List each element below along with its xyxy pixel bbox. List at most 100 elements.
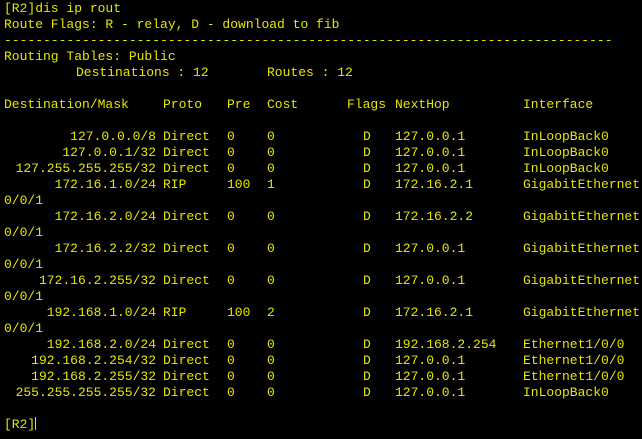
cell-cost: 0 [267,273,275,288]
cell-cost: 0 [267,353,275,368]
header-destination: Destination/Mask [4,97,129,112]
cell-nexthop: 127.0.0.1 [395,129,466,144]
cell-pre: 0 [227,145,235,160]
cell-cost: 2 [267,305,275,320]
cell-flags: D [363,385,371,400]
separator-line: ----------------------------------------… [4,33,613,48]
cell-cost: 0 [267,241,275,256]
cell-nexthop: 192.168.2.254 [395,337,497,352]
cell-nexthop: 127.0.0.1 [395,385,466,400]
cell-cost: 0 [267,161,275,176]
cell-proto: Direct [163,369,210,384]
cell-flags: D [363,273,371,288]
cell-proto: Direct [163,209,210,224]
cell-destination: 127.255.255.255/32 [15,161,156,176]
prompt-line[interactable]: [R2] [4,417,37,433]
cell-proto: Direct [163,353,210,368]
cell-destination: 172.16.2.0/24 [54,209,156,224]
cell-flags: D [363,177,371,192]
text-cursor [35,417,37,430]
cell-destination: 172.16.1.0/24 [54,177,156,192]
terminal-window[interactable]: [R2]dis ip rout Route Flags: R - relay, … [0,0,642,439]
header-cost: Cost [267,97,299,112]
cell-nexthop: 127.0.0.1 [395,145,466,160]
cell-pre: 0 [227,241,235,256]
cell-interface: InLoopBack0 [523,161,609,176]
cell-cost: 0 [267,337,275,352]
cell-interface-wrap: 0/0/1 [4,225,44,240]
cell-nexthop: 127.0.0.1 [395,161,466,176]
cell-proto: Direct [163,161,210,176]
cell-flags: D [363,209,371,224]
cell-interface-wrap: 0/0/1 [4,193,44,208]
cell-destination: 172.16.2.2/32 [54,241,156,256]
cell-interface-wrap: 0/0/1 [4,289,44,304]
cell-destination: 192.168.1.0/24 [46,305,156,320]
cell-flags: D [363,369,371,384]
cell-pre: 0 [227,385,235,400]
header-proto: Proto [163,97,203,112]
cell-destination: 192.168.2.255/32 [31,369,156,384]
cell-proto: RIP [163,177,187,192]
cell-interface: InLoopBack0 [523,145,609,160]
cell-flags: D [363,305,371,320]
header-nexthop: NextHop [395,97,450,112]
destinations-count: Destinations : 12 [76,65,209,80]
cell-interface: InLoopBack0 [523,129,609,144]
cell-pre: 0 [227,337,235,352]
cell-cost: 1 [267,177,275,192]
cell-nexthop: 172.16.2.1 [395,305,474,320]
routes-count: Routes : 12 [267,65,353,80]
cell-pre: 100 [227,305,251,320]
cell-interface: GigabitEthernet [523,305,641,320]
cell-proto: Direct [163,337,210,352]
cell-interface: GigabitEthernet [523,209,641,224]
cell-destination: 172.16.2.255/32 [38,273,156,288]
cell-interface: GigabitEthernet [523,241,641,256]
cell-cost: 0 [267,369,275,384]
header-pre: Pre [227,97,251,112]
cell-destination: 192.168.2.254/32 [31,353,156,368]
cell-nexthop: 127.0.0.1 [395,273,466,288]
cell-proto: RIP [163,305,187,320]
cell-nexthop: 172.16.2.1 [395,177,474,192]
cell-proto: Direct [163,145,210,160]
cell-interface: Ethernet1/0/0 [523,353,625,368]
cell-interface: Ethernet1/0/0 [523,369,625,384]
prompt-text: [R2] [4,417,36,432]
cell-interface: InLoopBack0 [523,385,609,400]
cell-pre: 0 [227,353,235,368]
cell-pre: 0 [227,369,235,384]
cell-flags: D [363,337,371,352]
cell-cost: 0 [267,145,275,160]
cell-nexthop: 127.0.0.1 [395,241,466,256]
cell-destination: 192.168.2.0/24 [46,337,156,352]
cell-proto: Direct [163,129,210,144]
cell-flags: D [363,241,371,256]
cell-pre: 0 [227,129,235,144]
cell-proto: Direct [163,273,210,288]
cell-flags: D [363,129,371,144]
cell-pre: 0 [227,161,235,176]
cell-interface-wrap: 0/0/1 [4,321,44,336]
cell-pre: 0 [227,209,235,224]
cell-interface-wrap: 0/0/1 [4,257,44,272]
cell-pre: 0 [227,273,235,288]
header-flags: Flags [347,97,387,112]
cell-flags: D [363,145,371,160]
cell-interface: GigabitEthernet [523,273,641,288]
cell-flags: D [363,353,371,368]
cell-flags: D [363,161,371,176]
cell-interface: GigabitEthernet [523,177,641,192]
cell-proto: Direct [163,241,210,256]
cell-nexthop: 127.0.0.1 [395,353,466,368]
cell-proto: Direct [163,385,210,400]
cell-cost: 0 [267,385,275,400]
cell-nexthop: 127.0.0.1 [395,369,466,384]
cell-destination: 255.255.255.255/32 [15,385,156,400]
cell-nexthop: 172.16.2.2 [395,209,474,224]
cell-interface: Ethernet1/0/0 [523,337,625,352]
cell-cost: 0 [267,209,275,224]
command-line: [R2]dis ip rout [4,1,122,16]
route-flags-legend: Route Flags: R - relay, D - download to … [4,17,340,32]
